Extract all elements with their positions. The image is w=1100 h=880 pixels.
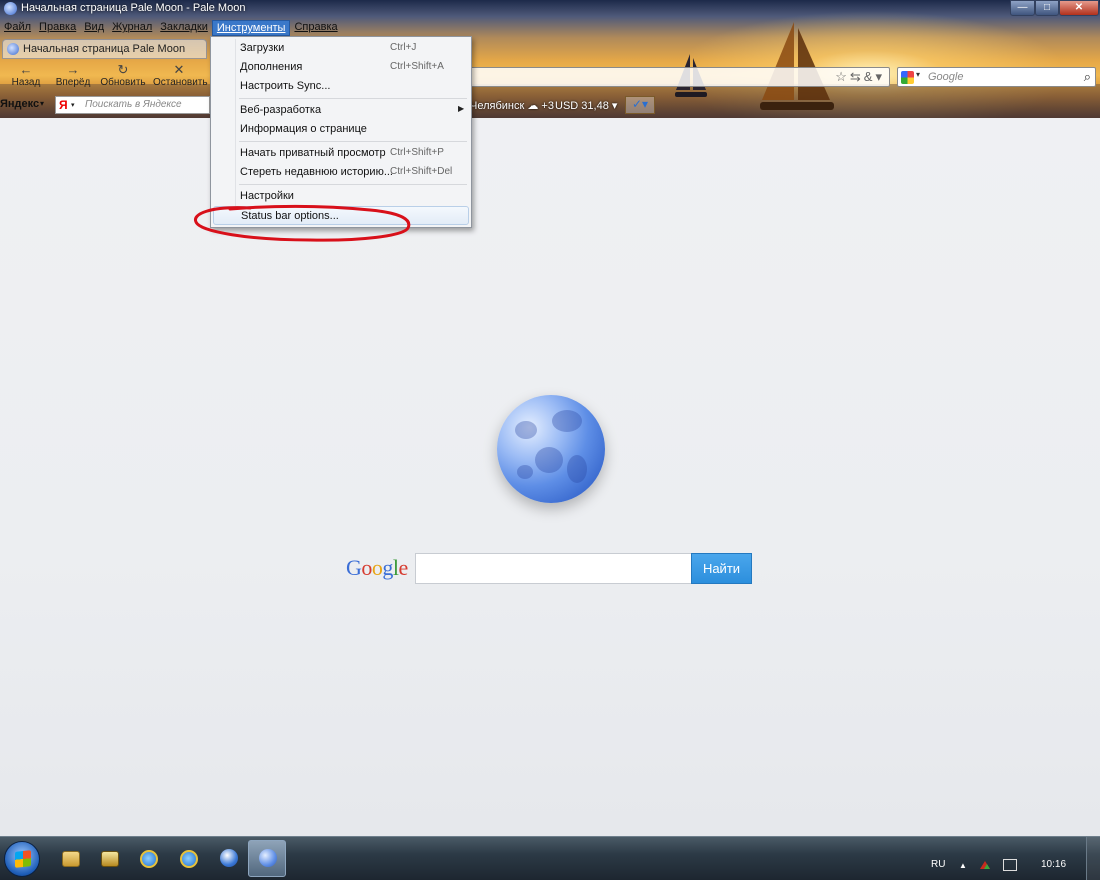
pale-moon-taskbar-button[interactable] xyxy=(248,840,286,877)
menu-view[interactable]: Вид xyxy=(80,20,108,36)
currency-widget[interactable]: USD 31,48 ▾ xyxy=(555,99,617,112)
google-logo-letter: g xyxy=(382,555,393,580)
menu-item-веб-разработка[interactable]: Веб-разработка ▶ xyxy=(213,101,469,120)
google-logo-letter: o xyxy=(371,555,383,580)
menu-edit[interactable]: Правка xyxy=(35,20,80,36)
network-icon[interactable] xyxy=(1003,859,1017,871)
show-desktop-button[interactable] xyxy=(1086,837,1100,880)
menu-item-label: Загрузки xyxy=(240,42,285,54)
search-bar[interactable]: ▾ Google ⌕ xyxy=(897,67,1096,87)
forward-arrow-icon: → xyxy=(66,62,80,77)
action-center-icon[interactable] xyxy=(978,859,992,871)
menu-separator xyxy=(239,184,467,185)
yandex-search-icon: Я xyxy=(59,98,68,112)
yandex-logo[interactable]: Яндекс xyxy=(0,98,39,110)
menu-item-label: Стереть недавнюю историю... xyxy=(240,166,393,178)
menu-item-начать-приватный-просмотр[interactable]: Начать приватный просмотр Ctrl+Shift+P xyxy=(213,144,469,163)
menu-item-label: Настроить Sync... xyxy=(240,80,331,92)
menu-item-стереть-недавнюю-историю[interactable]: Стереть недавнюю историю... Ctrl+Shift+De… xyxy=(213,163,469,182)
google-logo-letter: G xyxy=(346,555,362,580)
internet-explorer-icon[interactable] xyxy=(140,850,158,868)
google-search-input[interactable] xyxy=(415,553,692,584)
stop-button[interactable]: ✕ Остановить xyxy=(153,62,208,92)
internet-explorer-icon-2[interactable] xyxy=(180,850,198,868)
menu-tools[interactable]: Инструменты xyxy=(211,20,291,36)
search-input[interactable]: Google xyxy=(928,71,963,83)
taskbar: RU ▲ 10:16 xyxy=(0,836,1100,880)
pale-moon-icon xyxy=(4,2,17,15)
tab-start-page[interactable]: Начальная страница Pale Moon xyxy=(2,39,207,59)
pale-moon-tab-icon xyxy=(7,43,19,55)
window-title: Начальная страница Pale Moon - Pale Moon xyxy=(21,2,246,14)
menu-bar: Файл Правка Вид Журнал Закладки Инструме… xyxy=(0,20,342,36)
google-logo: Google xyxy=(346,555,408,581)
back-arrow-icon: ← xyxy=(19,62,33,77)
google-logo-letter: e xyxy=(398,555,409,580)
back-button[interactable]: ← Назад xyxy=(0,62,52,92)
url-bar-icons[interactable]: ☆⇆&▾ xyxy=(835,69,885,85)
menu-item-настроить-sync[interactable]: Настроить Sync... xyxy=(213,77,469,96)
menu-history[interactable]: Журнал xyxy=(108,20,156,36)
menu-bookmarks[interactable]: Закладки xyxy=(156,20,212,36)
title-bar: Начальная страница Pale Moon - Pale Moon… xyxy=(0,0,1100,18)
menu-item-label: Начать приватный просмотр xyxy=(240,147,386,159)
pale-moon-logo xyxy=(497,395,605,503)
menu-item-label: Дополнения xyxy=(240,61,303,73)
browser-chrome: Начальная страница Pale Moon - Pale Moon… xyxy=(0,0,1100,118)
search-icon[interactable]: ⌕ xyxy=(1084,69,1091,85)
media-player-icon[interactable] xyxy=(101,851,119,867)
forward-label: Вперёд xyxy=(55,77,91,88)
menu-file[interactable]: Файл xyxy=(0,20,35,36)
clock[interactable]: 10:16 xyxy=(1041,859,1066,870)
windows-logo-icon xyxy=(15,850,31,868)
yandex-toolbar: Яндекс ▾ Я ▾ Поискать в Яндексе Челябинс… xyxy=(0,96,1100,116)
search-engine-dropdown-icon[interactable]: ▾ xyxy=(916,70,920,79)
explorer-icon[interactable] xyxy=(62,851,80,867)
language-indicator[interactable]: RU xyxy=(931,859,945,870)
check-widget-icon[interactable]: ✓▾ xyxy=(625,96,655,114)
reload-icon: ↻ xyxy=(117,62,129,77)
menu-item-shortcut: Ctrl+Shift+P xyxy=(390,147,444,158)
reload-label: Обновить xyxy=(100,77,146,88)
menu-item-label: Информация о странице xyxy=(240,123,367,135)
start-button[interactable] xyxy=(4,841,40,877)
yandex-dropdown-icon[interactable]: ▾ xyxy=(40,99,44,108)
tab-title: Начальная страница Pale Moon xyxy=(23,43,186,55)
browser-icon[interactable] xyxy=(220,849,238,867)
google-search-button[interactable]: Найти xyxy=(691,553,752,584)
reload-button[interactable]: ↻ Обновить xyxy=(97,62,149,92)
menu-item-shortcut: Ctrl+J xyxy=(390,42,417,53)
close-button[interactable]: ✕ xyxy=(1059,0,1099,16)
google-search-engine-icon[interactable] xyxy=(901,71,914,84)
back-label: Назад xyxy=(11,77,41,88)
menu-separator xyxy=(239,141,467,142)
menu-help[interactable]: Справка xyxy=(290,20,341,36)
show-hidden-icons-icon[interactable]: ▲ xyxy=(959,861,967,870)
pale-moon-taskbar-icon xyxy=(259,849,277,867)
stop-label: Остановить xyxy=(153,77,208,88)
maximize-button[interactable]: □ xyxy=(1035,0,1059,16)
url-bar[interactable]: ☆⇆&▾ xyxy=(468,67,890,87)
yandex-search-dropdown-icon[interactable]: ▾ xyxy=(71,101,75,109)
forward-button[interactable]: → Вперёд xyxy=(47,62,99,92)
weather-widget[interactable]: Челябинск ☁ +3 xyxy=(470,99,554,112)
menu-item-информация-о-странице[interactable]: Информация о странице xyxy=(213,120,469,139)
minimize-button[interactable]: — xyxy=(1010,0,1035,16)
submenu-arrow-icon: ▶ xyxy=(458,104,465,113)
stop-icon: ✕ xyxy=(173,62,185,77)
menu-item-shortcut: Ctrl+Shift+A xyxy=(390,61,444,72)
yandex-search-placeholder: Поискать в Яндексе xyxy=(85,99,182,110)
google-logo-letter: o xyxy=(361,555,372,580)
menu-item-загрузки[interactable]: Загрузки Ctrl+J xyxy=(213,39,469,58)
menu-separator xyxy=(239,98,467,99)
red-annotation-circle xyxy=(194,204,411,242)
menu-item-label: Веб-разработка xyxy=(240,104,322,116)
menu-item-дополнения[interactable]: Дополнения Ctrl+Shift+A xyxy=(213,58,469,77)
menu-item-shortcut: Ctrl+Shift+Del xyxy=(390,166,453,177)
yandex-search-input[interactable]: Я ▾ Поискать в Яндексе xyxy=(55,96,210,114)
